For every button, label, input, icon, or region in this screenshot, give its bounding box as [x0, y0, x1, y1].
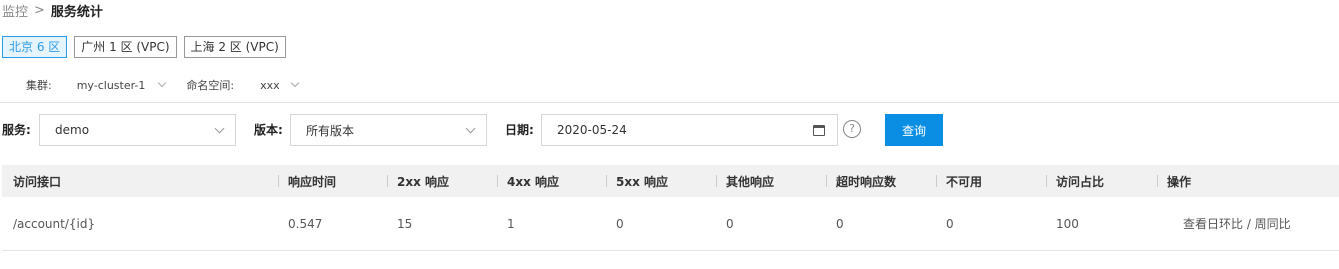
chevron-down-icon: [214, 123, 225, 133]
column-divider: [936, 175, 937, 187]
cell-4xx: 1: [507, 216, 515, 231]
column-divider: [1046, 175, 1047, 187]
service-label: 服务:: [2, 123, 31, 137]
column-header-response-time: 响应时间: [288, 174, 337, 189]
cluster-value: my-cluster-1: [76, 78, 146, 92]
cluster-label: 集群:: [26, 79, 52, 92]
compare-link[interactable]: 查看日环比 / 周同比: [1183, 197, 1291, 250]
divider: [0, 102, 1339, 103]
column-header-unavailable: 不可用: [946, 174, 983, 189]
breadcrumb-separator: >: [34, 2, 45, 18]
column-header-timeout: 超时响应数: [836, 174, 897, 189]
breadcrumb: 监控 > 服务统计: [2, 1, 103, 20]
column-header-5xx: 5xx 响应: [616, 174, 669, 189]
cell-unavailable: 0: [946, 216, 954, 231]
chevron-down-icon: [290, 78, 299, 88]
column-header-actions: 操作: [1167, 174, 1192, 189]
region-tab-guangzhou-1[interactable]: 广州 1 区 (VPC): [74, 36, 177, 58]
version-label: 版本:: [254, 123, 283, 137]
page-title: 服务统计: [50, 4, 103, 20]
region-tab-beijing-6[interactable]: 北京 6 区: [2, 36, 68, 58]
column-divider: [1157, 175, 1158, 187]
cluster-select[interactable]: my-cluster-1: [76, 78, 167, 92]
column-header-share: 访问占比: [1056, 174, 1105, 189]
date-picker[interactable]: 2020-05-24: [541, 114, 838, 146]
column-divider: [826, 175, 827, 187]
table-header: 访问接口 响应时间 2xx 响应 4xx 响应 5xx 响应 其他响应 超时响应…: [2, 165, 1339, 197]
column-header-2xx: 2xx 响应: [397, 174, 450, 189]
cell-endpoint: /account/{id}: [13, 216, 96, 231]
cell-5xx: 0: [616, 216, 624, 231]
region-tabs: 北京 6 区 广州 1 区 (VPC) 上海 2 区 (VPC): [2, 36, 286, 58]
column-header-endpoint: 访问接口: [13, 174, 62, 189]
table-body: /account/{id} 0.547 15 1 0 0 0 0 100 查看日…: [2, 197, 1339, 251]
namespace-select[interactable]: xxx: [260, 78, 299, 92]
column-header-other: 其他响应: [726, 174, 775, 189]
help-icon[interactable]: ?: [843, 120, 861, 138]
column-divider: [716, 175, 717, 187]
column-divider: [278, 175, 279, 187]
namespace-value: xxx: [260, 78, 280, 92]
service-value: demo: [55, 123, 90, 137]
cell-share: 100: [1056, 216, 1079, 231]
cell-2xx: 15: [397, 216, 413, 231]
version-select[interactable]: 所有版本: [290, 114, 487, 146]
column-divider: [497, 175, 498, 187]
namespace-label: 命名空间:: [186, 79, 235, 92]
service-select[interactable]: demo: [39, 114, 236, 146]
version-value: 所有版本: [306, 123, 355, 138]
cell-response-time: 0.547: [288, 216, 323, 231]
cell-other: 0: [726, 216, 734, 231]
table-row: /account/{id} 0.547 15 1 0 0 0 0 100 查看日…: [2, 197, 1339, 251]
cluster-namespace-row: 集群: my-cluster-1 命名空间: xxx: [26, 74, 299, 96]
date-value: 2020-05-24: [557, 123, 627, 137]
column-divider: [387, 175, 388, 187]
column-header-4xx: 4xx 响应: [507, 174, 560, 189]
cell-timeout: 0: [836, 216, 844, 231]
chevron-down-icon: [465, 123, 476, 133]
query-button[interactable]: 查询: [885, 114, 943, 146]
column-divider: [606, 175, 607, 187]
calendar-icon[interactable]: [813, 124, 825, 136]
chevron-down-icon: [158, 78, 167, 88]
region-tab-shanghai-2[interactable]: 上海 2 区 (VPC): [183, 36, 286, 58]
stats-table: 访问接口 响应时间 2xx 响应 4xx 响应 5xx 响应 其他响应 超时响应…: [2, 165, 1339, 251]
breadcrumb-parent[interactable]: 监控: [2, 1, 28, 20]
filter-bar: 服务: demo 版本: 所有版本 日期: 2020-05-24 ? 查询: [0, 114, 1339, 146]
date-label: 日期:: [505, 123, 534, 137]
